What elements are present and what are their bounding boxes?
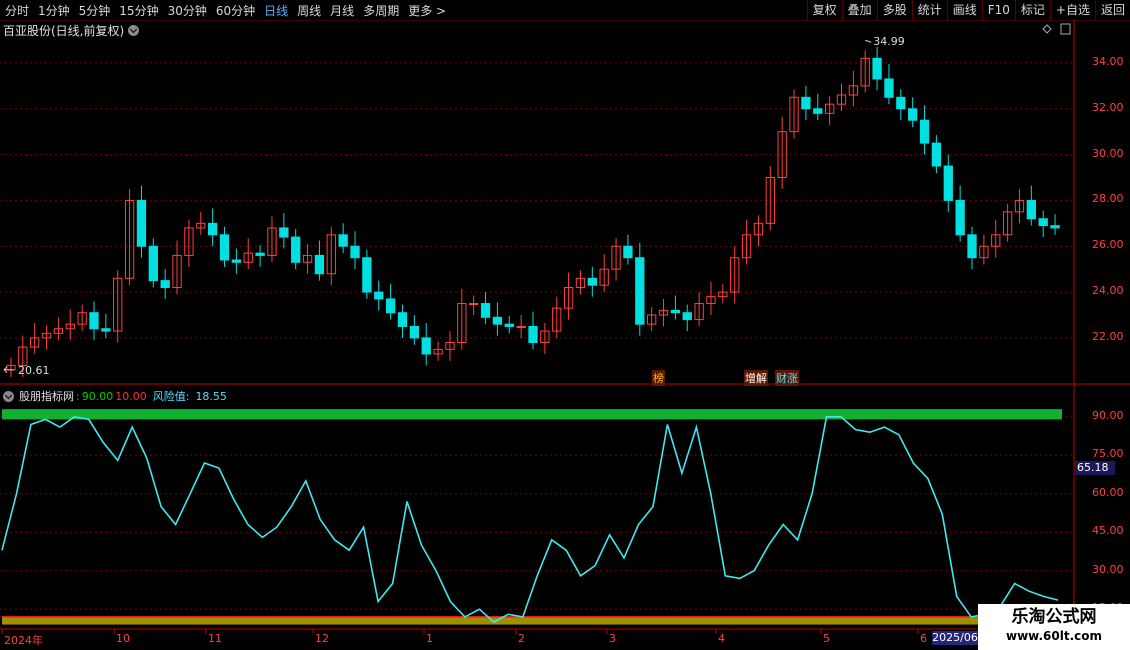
candle-body xyxy=(635,257,645,325)
x-axis-label: 2 xyxy=(518,632,525,645)
candle-body xyxy=(231,259,242,263)
candle-body xyxy=(480,303,491,318)
candle-body xyxy=(219,234,230,261)
candle-body xyxy=(908,108,918,121)
watermark: 乐淘公式网 www.60lt.com xyxy=(978,604,1130,650)
candle-body xyxy=(801,96,811,110)
price-axis-label: 26.00 xyxy=(1092,238,1124,252)
risk-value: 18.55 xyxy=(195,389,227,403)
candle-body xyxy=(136,199,147,247)
indicator-90-value: 90.00 xyxy=(81,389,114,403)
x-axis-label: 11 xyxy=(208,632,222,645)
candle-body xyxy=(421,337,431,355)
candle-body xyxy=(350,245,360,259)
x-axis-label: 4 xyxy=(718,632,725,645)
event-tag[interactable]: 榜 xyxy=(652,370,665,386)
high-price-label: 34.99 xyxy=(873,35,905,48)
high-marker xyxy=(865,39,872,43)
candle-body xyxy=(492,316,503,325)
candle-body xyxy=(682,312,692,321)
indicator-axis-label: 60.00 xyxy=(1092,485,1124,499)
candle-body xyxy=(967,234,977,259)
low-price-label: 20.61 xyxy=(18,364,50,377)
candle-body xyxy=(89,312,99,330)
upper-band xyxy=(2,409,1062,420)
indicator-sep: : xyxy=(76,389,80,403)
candle-body xyxy=(813,108,823,114)
candle-body xyxy=(148,245,158,282)
price-axis-label: 22.00 xyxy=(1092,329,1124,343)
current-indicator-value: 65.18 xyxy=(1075,461,1115,475)
candle-body xyxy=(1026,199,1036,220)
candle-body xyxy=(943,165,953,201)
candle-body xyxy=(931,142,942,167)
x-axis-label: 5 xyxy=(823,632,830,645)
indicator-axis-label: 30.00 xyxy=(1092,562,1124,576)
price-axis-label: 28.00 xyxy=(1092,192,1124,206)
x-axis-label: 6 xyxy=(920,632,927,645)
candle-body xyxy=(1050,225,1060,229)
current-date: 2025/06 xyxy=(932,631,978,645)
x-axis-label: 3 xyxy=(609,632,616,645)
candle-body xyxy=(291,236,301,263)
candle-body xyxy=(409,325,420,339)
indicator-axis-label: 90.00 xyxy=(1092,408,1124,422)
candle-body xyxy=(207,222,218,236)
event-tag[interactable]: 增解 xyxy=(744,370,768,386)
price-chart[interactable]: 34.99 20.61 xyxy=(0,0,1130,650)
candle-body xyxy=(955,199,965,236)
lower-band xyxy=(2,616,1062,625)
candle-body xyxy=(504,323,514,327)
candle-body xyxy=(623,245,633,259)
price-axis-label: 30.00 xyxy=(1092,146,1124,160)
event-tag[interactable]: 财涨 xyxy=(775,370,799,386)
candle-body xyxy=(919,119,930,144)
candle-body xyxy=(528,325,538,344)
indicator-header: 股朋指标网 : 90.00 10.00 风险值: 18.55 xyxy=(3,388,227,404)
candle-body xyxy=(279,227,289,238)
watermark-url: www.60lt.com xyxy=(1005,629,1103,643)
x-axis-label: 12 xyxy=(315,632,329,645)
candle-body xyxy=(516,325,526,328)
indicator-axis-label: 75.00 xyxy=(1092,447,1124,461)
price-axis-label: 34.00 xyxy=(1092,54,1124,68)
candle-body xyxy=(338,234,348,247)
risk-label: 风险值: xyxy=(152,390,190,403)
candle-body xyxy=(872,57,882,80)
indicator-name: 股朋指标网 xyxy=(19,390,74,403)
indicator-axis-label: 45.00 xyxy=(1092,524,1124,538)
price-axis-label: 24.00 xyxy=(1092,284,1124,298)
window-icon xyxy=(1060,23,1071,35)
candle-body xyxy=(255,252,265,256)
candle-body xyxy=(1038,218,1048,227)
chevron-down-icon[interactable] xyxy=(3,390,14,402)
indicator-10-value: 10.00 xyxy=(115,389,147,403)
watermark-title: 乐淘公式网 xyxy=(1011,607,1097,627)
x-axis-label: 10 xyxy=(116,632,130,645)
low-marker xyxy=(3,366,14,374)
candle-body xyxy=(670,309,681,314)
x-axis-label: 2024年 xyxy=(4,634,43,647)
candle-body xyxy=(469,303,479,306)
candle-body xyxy=(896,96,906,110)
candle-body xyxy=(160,280,170,288)
risk-value-line xyxy=(1,415,1059,623)
candle-body xyxy=(385,298,396,314)
candle-body xyxy=(374,291,384,300)
price-axis-label: 32.00 xyxy=(1092,100,1124,114)
x-axis-label: 1 xyxy=(426,632,433,645)
candle-body xyxy=(101,328,111,332)
candle-body xyxy=(587,277,597,286)
candle-body xyxy=(884,78,894,98)
candle-body xyxy=(362,257,372,293)
candle-body xyxy=(314,254,325,275)
diamond-icon xyxy=(1042,24,1052,34)
candle-body xyxy=(397,312,408,327)
